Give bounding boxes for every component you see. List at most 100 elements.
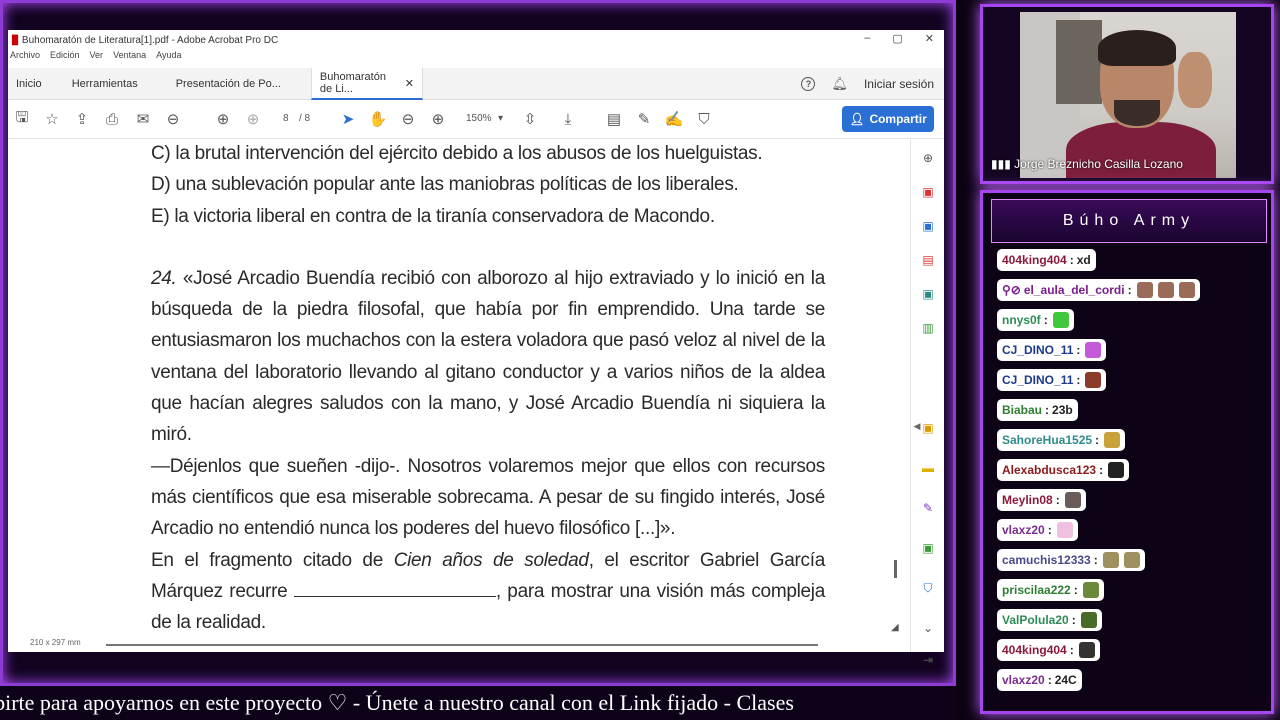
signin-link[interactable]: Iniciar sesión — [864, 77, 934, 91]
zoom-search-icon[interactable]: ⊖ — [163, 109, 183, 129]
tab-inicio[interactable]: Inicio — [8, 68, 64, 100]
page-down-icon[interactable]: ⊕ — [243, 109, 263, 129]
stamp-icon[interactable]: ⛉ — [694, 109, 714, 129]
print-icon[interactable]: ⎙ — [102, 109, 122, 129]
tab-bar: Inicio Herramientas Presentación de Po..… — [8, 68, 944, 100]
chat-message: vlaxz20 : — [997, 519, 1078, 541]
chat-username[interactable]: Meylin08 — [1002, 493, 1053, 507]
chat-separator: : — [1069, 253, 1074, 267]
menu-ayuda[interactable]: Ayuda — [156, 50, 181, 66]
menu-ventana[interactable]: Ventana — [113, 50, 146, 66]
bell-icon[interactable]: 🔔︎ — [831, 76, 848, 92]
chat-message: CJ_DINO_11 : — [997, 339, 1107, 361]
menu-archivo[interactable]: Archivo — [10, 50, 40, 66]
chat-username[interactable]: 404king404 — [1002, 643, 1067, 657]
chat-username[interactable]: el_aula_del_cordi — [1024, 283, 1125, 297]
scrollbar-thumb[interactable] — [894, 560, 897, 578]
question-text-3a: En el fragmento citado de — [151, 549, 394, 571]
maximize-button[interactable]: ▢ — [892, 32, 902, 45]
page-current[interactable]: 8 — [283, 113, 289, 124]
upload-icon[interactable]: ⇪ — [72, 109, 92, 129]
hand-tool-icon[interactable]: ✋ — [368, 109, 388, 129]
chat-username[interactable]: CJ_DINO_11 — [1002, 373, 1073, 387]
emote-icon — [1104, 432, 1121, 448]
answer-blank — [293, 579, 496, 597]
close-tab-icon[interactable]: ✕ — [405, 77, 414, 90]
save-icon[interactable]: 🖫 — [12, 109, 32, 129]
draw-icon[interactable]: ✎ — [920, 500, 936, 516]
chat-username[interactable]: ValPolula20 — [1002, 613, 1069, 627]
title-bar: ▉ Buhomaratón de Literatura[1].pdf - Ado… — [8, 30, 944, 50]
minimize-button[interactable]: – — [864, 32, 870, 45]
chat-username[interactable]: vlaxz20 — [1002, 673, 1045, 687]
sign-icon[interactable]: ✍ — [664, 109, 684, 129]
compress-icon[interactable]: ▥ — [920, 320, 936, 336]
select-cursor-icon[interactable]: ➤ — [338, 109, 358, 129]
chat-message: vlaxz20 : 24C — [997, 669, 1082, 691]
chat-panel: Búho Army 404king404 : xd ⚲⊘ el_aula_del_c… — [980, 190, 1274, 714]
protect-icon[interactable]: ⛉ — [920, 580, 936, 596]
page-size-label: 210 x 297 mm — [30, 638, 81, 647]
bookmark-star-icon[interactable]: ☆ — [42, 109, 62, 129]
zoom-in-icon[interactable]: ⊕ — [428, 109, 448, 129]
menu-bar: Archivo Edición Ver Ventana Ayuda — [8, 50, 181, 66]
create-pdf-icon[interactable]: ▣ — [920, 218, 936, 234]
chat-message: Alexabdusca123 : — [997, 459, 1130, 481]
fit-page-icon[interactable]: ⇳ — [520, 109, 540, 129]
camera-name: ▮▮▮ Jorge Breznicho Casilla Lozano — [991, 157, 1183, 171]
chat-username[interactable]: nnys0f — [1002, 313, 1041, 327]
webcam-image — [1020, 12, 1236, 178]
chat-message: 404king404 : xd — [997, 249, 1096, 271]
chat-username[interactable]: SahoreHua1525 — [1002, 433, 1092, 447]
tab-herramientas[interactable]: Herramientas — [64, 68, 168, 100]
export-pdf-icon[interactable]: ▣ — [920, 184, 936, 200]
tab-presentacion[interactable]: Presentación de Po... — [168, 68, 311, 100]
chat-username[interactable]: Alexabdusca123 — [1002, 463, 1096, 477]
page-up-icon[interactable]: ⊕ — [213, 109, 233, 129]
menu-edicion[interactable]: Edición — [50, 50, 80, 66]
fill-sign-icon[interactable]: ▣ — [920, 420, 936, 436]
chat-separator: : — [1095, 433, 1100, 447]
zoom-panel-icon[interactable]: ⊕ — [920, 150, 936, 166]
chat-separator: : — [1093, 553, 1098, 567]
chat-username[interactable]: CJ_DINO_11 — [1002, 343, 1073, 357]
chat-username[interactable]: 404king404 — [1002, 253, 1067, 267]
question-paragraph-3: En el fragmento citado de Cien años de s… — [151, 545, 825, 639]
ticker-text: ibirte para apoyarnos en este proyecto ♡… — [0, 690, 794, 715]
chevron-down-icon[interactable]: ▾ — [498, 113, 503, 124]
comment-panel-icon[interactable]: ▬ — [920, 460, 936, 476]
window-title: Buhomaratón de Literatura[1].pdf - Adobe… — [21, 34, 279, 46]
question-text-1: «José Arcadio Buendía recibió con alboro… — [151, 267, 825, 446]
pdf-page: C) la brutal intervención del ejército d… — [151, 140, 825, 638]
tab-buhomaraton[interactable]: Buhomaratón de Li... ✕ — [310, 68, 423, 100]
scroll-corner-icon[interactable]: ◢ — [891, 622, 899, 633]
chat-username[interactable]: priscilaa222 — [1002, 583, 1071, 597]
collapse-panel-icon[interactable]: ⇥ — [920, 652, 936, 668]
chat-message: priscilaa222 : — [997, 579, 1104, 601]
emote-icon — [1080, 612, 1097, 628]
help-icon[interactable]: ? — [801, 77, 816, 91]
chat-username[interactable]: camuchis12333 — [1002, 553, 1091, 567]
horizontal-scrollbar[interactable] — [106, 644, 818, 646]
emote-icon — [1108, 462, 1125, 478]
zoom-out-icon[interactable]: ⊖ — [398, 109, 418, 129]
expand-more-icon[interactable]: ⌄ — [920, 620, 936, 636]
pen-icon[interactable]: ✎ — [634, 109, 654, 129]
organize-pages-icon[interactable]: ▤ — [920, 252, 936, 268]
document-view[interactable]: C) la brutal intervención del ejército d… — [8, 140, 904, 652]
close-window-button[interactable]: ✕ — [925, 32, 934, 45]
toolbar: 🖫 ☆ ⇪ ⎙ ✉ ⊖ ⊕ ⊕ 8 / 8 ➤ ✋ ⊖ ⊕ 150% ▾ ⇳ ⤓… — [8, 101, 944, 139]
menu-ver[interactable]: Ver — [90, 50, 104, 66]
zoom-select[interactable]: 150% — [466, 113, 492, 124]
email-icon[interactable]: ✉ — [133, 109, 153, 129]
chat-username[interactable]: vlaxz20 — [1002, 523, 1045, 537]
option-c: C) la brutal intervención del ejército d… — [151, 143, 763, 164]
share-button[interactable]: 👤︎ Compartir — [842, 106, 934, 132]
scan-icon[interactable]: ▣ — [920, 540, 936, 556]
scroll-mode-icon[interactable]: ⤓ — [558, 109, 578, 129]
person-icon: 👤︎ — [849, 112, 865, 126]
comment-icon[interactable]: ▤ — [604, 109, 624, 129]
chat-username[interactable]: Biabau — [1002, 403, 1042, 417]
vertical-scrollbar[interactable]: ◢ — [891, 142, 900, 634]
edit-pdf-icon[interactable]: ▣ — [920, 286, 936, 302]
